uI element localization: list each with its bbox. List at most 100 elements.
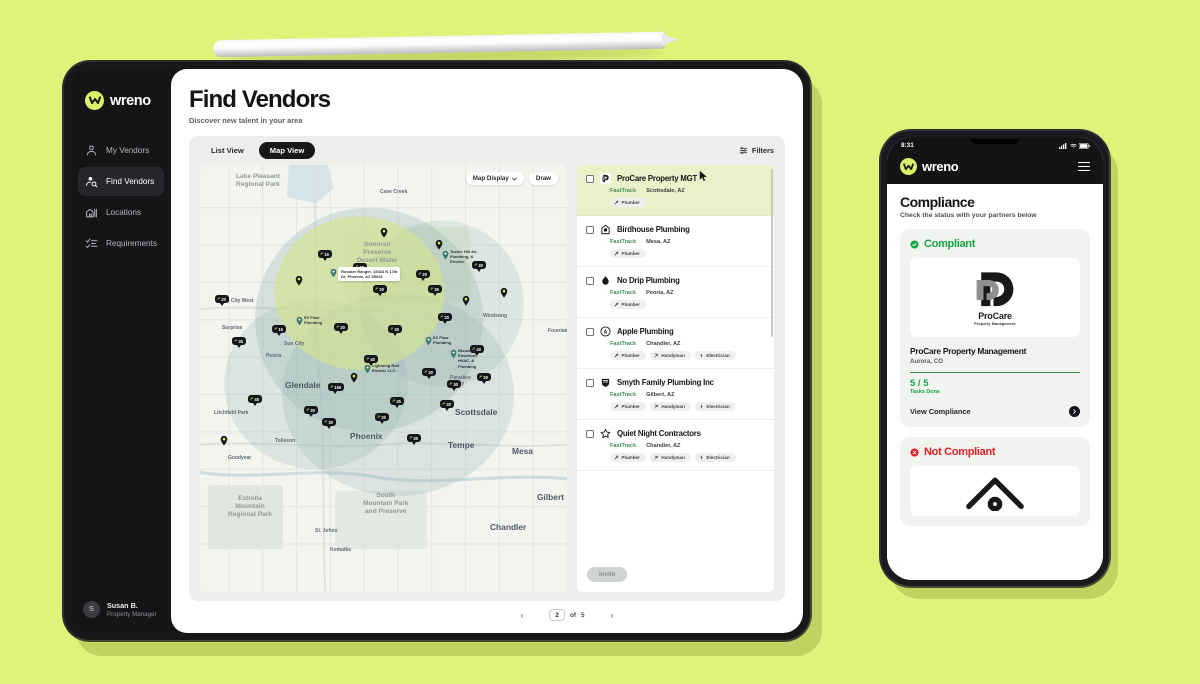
vendor-checkbox[interactable] <box>586 174 594 183</box>
wrench-icon <box>442 402 445 407</box>
map-price-marker[interactable]: 15 <box>318 250 332 261</box>
tab-map-view[interactable]: Map View <box>258 142 316 159</box>
sidebar: wreno My Vendors Find Vendors Locations … <box>71 69 171 633</box>
vendor-list[interactable]: ProCare Property MGT FastTrack Scottsdale,… <box>577 165 774 554</box>
wrench-icon <box>409 436 412 441</box>
fasttrack-badge: FastTrack <box>610 392 637 398</box>
vendor-list-item[interactable]: ProCare Property MGT FastTrack Scottsdale,… <box>577 165 774 216</box>
vendor-list-item[interactable]: A Apple Plumbing FastTrack Chandler, AZ Plum… <box>577 318 774 369</box>
status-time: 8:31 <box>901 142 914 149</box>
chevron-right-circle-icon[interactable] <box>1069 406 1080 418</box>
map-price-marker[interactable]: 35 <box>390 397 404 408</box>
vendor-row-header: Quiet Night Contractors <box>586 428 764 439</box>
map-price-marker[interactable]: 15 <box>272 325 286 336</box>
vendor-map-pin-icon[interactable] <box>296 313 303 326</box>
vendor-map-pin-icon[interactable] <box>450 346 457 359</box>
fasttrack-badge: FastTrack <box>610 239 637 245</box>
map-price-marker[interactable]: 20 <box>215 295 229 306</box>
map-location-pin-icon[interactable] <box>350 370 358 383</box>
map-price-marker[interactable]: 20 <box>375 413 389 424</box>
map-price-marker[interactable]: 20 <box>334 323 348 334</box>
check-circle-icon <box>910 239 919 249</box>
hamburger-menu-icon[interactable] <box>1078 161 1090 172</box>
map-price-marker[interactable]: 35 <box>232 337 246 348</box>
vendor-list-item[interactable]: Smyth Family Plumbing Inc FastTrack Gilber… <box>577 369 774 420</box>
compliance-org-location: Aurora, CO <box>910 358 944 365</box>
map-location-pin-icon[interactable] <box>462 293 470 306</box>
person-search-icon <box>86 176 98 188</box>
sidebar-item-find-vendors[interactable]: Find Vendors <box>78 167 164 196</box>
map-price-marker[interactable]: 45 <box>248 395 262 406</box>
sidebar-user-profile[interactable]: S Susan B. Property Manager <box>71 601 171 621</box>
filters-button[interactable]: Filters <box>739 146 774 155</box>
map-price-marker[interactable]: 30 <box>422 368 436 379</box>
vendor-map-tooltip: Blouwave Electrical, HVAC, & Plumbing <box>458 348 477 369</box>
pagination-current-page[interactable]: 2 <box>549 609 565 621</box>
vendor-list-item[interactable]: Birdhouse Plumbing FastTrack Mesa, AZ Plumb… <box>577 216 774 267</box>
vendor-name: Birdhouse Plumbing <box>617 225 690 234</box>
vendor-map-pin-icon[interactable] <box>364 361 371 374</box>
vendor-checkbox[interactable] <box>586 378 594 387</box>
status-badge: Not Compliant <box>924 446 996 459</box>
map-price-marker[interactable]: 30 <box>388 325 402 336</box>
map-price-marker[interactable]: 35 <box>407 434 421 445</box>
vendor-row-header: A Apple Plumbing <box>586 326 764 337</box>
marker-value: 20 <box>381 414 386 420</box>
compliance-logo-box <box>910 466 1080 517</box>
pagination-next-button[interactable]: › <box>607 611 618 620</box>
sidebar-item-requirements[interactable]: Requirements <box>78 229 164 258</box>
compliance-status-row: Compliant <box>910 238 1080 250</box>
wrench-icon <box>336 325 339 330</box>
list-scrollbar[interactable] <box>770 169 773 337</box>
map-display-button[interactable]: Map Display <box>465 172 524 185</box>
map-location-pin-icon[interactable] <box>220 433 228 446</box>
map-price-marker[interactable]: 20 <box>373 285 387 296</box>
person-icon <box>86 145 97 156</box>
sidebar-item-locations[interactable]: Locations <box>78 198 164 227</box>
map-canvas[interactable]: Map Display Draw Lake Pleasant Regional … <box>200 165 567 592</box>
map-price-marker[interactable]: 20 <box>416 270 430 281</box>
map-price-marker[interactable]: 30 <box>304 406 318 417</box>
vendor-list-item[interactable]: Quiet Night Contractors FastTrack Chandler… <box>577 420 774 471</box>
map-price-marker[interactable]: 30 <box>447 380 461 391</box>
map-price-marker[interactable]: 20 <box>438 313 452 324</box>
sidebar-item-my-vendors[interactable]: My Vendors <box>78 136 164 165</box>
map-location-pin-icon[interactable] <box>380 225 388 238</box>
vendor-list-item[interactable]: No Drip Plumbing FastTrack Peoria, AZ Plumb… <box>577 267 774 318</box>
vendor-map-tooltip: Lightning Rod Electric LLC <box>372 363 400 374</box>
view-compliance-link[interactable]: View Compliance <box>910 407 971 416</box>
vendor-checkbox[interactable] <box>586 327 594 336</box>
map-price-marker[interactable]: 30 <box>440 400 454 411</box>
map-location-pin-icon[interactable] <box>500 285 508 298</box>
draw-button[interactable]: Draw <box>528 172 558 185</box>
marker-value: 20 <box>340 324 345 330</box>
vendor-tag-label: Handyman <box>661 353 685 358</box>
vendor-name: Smyth Family Plumbing Inc <box>617 378 714 387</box>
tab-list-view[interactable]: List View <box>200 142 255 159</box>
pagination-prev-button[interactable]: ‹ <box>517 611 528 620</box>
vendor-map-pin-icon[interactable] <box>330 265 337 278</box>
wrench-icon <box>377 415 380 420</box>
vendor-checkbox[interactable] <box>586 225 594 234</box>
compliance-progress-bar <box>910 372 1080 374</box>
wrench-icon <box>274 327 277 332</box>
map-price-marker[interactable]: 35 <box>428 285 442 296</box>
phone-body: Compliance Check the status with your pa… <box>887 184 1103 580</box>
map-price-marker[interactable]: 20 <box>477 373 491 384</box>
vendor-tags: Plumber <box>610 249 764 258</box>
map-location-pin-icon[interactable] <box>295 273 303 286</box>
compliance-tasks-label: Tasks Done <box>910 389 940 396</box>
page-subtitle: Discover new talent in your area <box>189 116 303 125</box>
compliance-card-not-compliant[interactable]: Not Compliant <box>900 437 1090 527</box>
vendor-map-pin-icon[interactable] <box>425 333 432 346</box>
vendor-tag: Plumber <box>610 402 646 411</box>
vendor-checkbox[interactable] <box>586 429 594 438</box>
vendor-row-header: Smyth Family Plumbing Inc <box>586 377 764 388</box>
vendor-map-pin-icon[interactable] <box>442 247 449 260</box>
invite-button[interactable]: Invite <box>587 567 628 582</box>
map-price-marker[interactable]: 150 <box>328 383 345 394</box>
vendor-checkbox[interactable] <box>586 276 594 285</box>
compliance-card-compliant[interactable]: Compliant ProCare Property Management Pr… <box>900 229 1090 428</box>
map-price-marker[interactable]: 30 <box>322 418 336 429</box>
marker-value: 35 <box>413 435 418 441</box>
